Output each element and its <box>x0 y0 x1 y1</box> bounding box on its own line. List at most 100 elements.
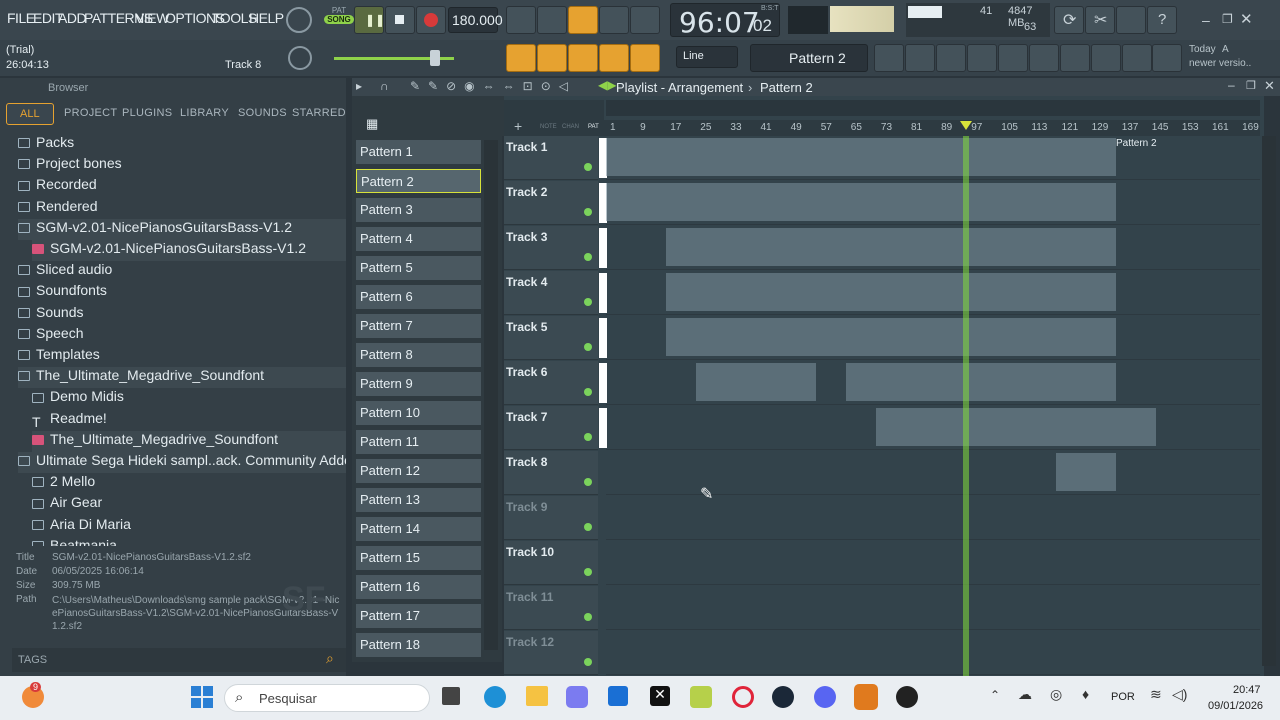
pattern-item[interactable]: Pattern 12 <box>356 459 481 483</box>
browser-item[interactable]: Packs <box>18 134 346 155</box>
pattern-item[interactable]: Pattern 10 <box>356 401 481 425</box>
news-text[interactable]: newer versio.. <box>1189 58 1251 69</box>
browser-item[interactable]: SGM-v2.01-NicePianosGuitarsBass-V1.2 <box>32 240 346 261</box>
arrangement-icon[interactable]: ◀▶ <box>598 78 616 92</box>
close-icon[interactable]: ✕ <box>1240 10 1253 28</box>
pattern-item[interactable]: Pattern 6 <box>356 285 481 309</box>
browser-item[interactable]: Project bones <box>18 155 346 176</box>
track-header[interactable]: Track 2 <box>504 181 598 225</box>
pl-minimize-icon[interactable]: – <box>1228 78 1235 92</box>
view-button-2[interactable] <box>905 44 935 72</box>
track-header[interactable]: Track 5 <box>504 316 598 360</box>
play-arrow-icon[interactable]: ▸ <box>356 79 362 93</box>
tab-library[interactable]: LIBRARY <box>180 107 229 119</box>
track-header[interactable]: Track 4 <box>504 271 598 315</box>
mic-button[interactable] <box>1116 6 1146 34</box>
track-header[interactable]: Track 7 <box>504 406 598 450</box>
pattern-item[interactable]: Pattern 13 <box>356 488 481 512</box>
browser-item[interactable]: Sounds <box>18 304 346 325</box>
browser-item[interactable]: Air Gear <box>32 494 346 515</box>
track-header[interactable]: Track 1 <box>504 136 598 180</box>
edge-icon[interactable] <box>484 686 506 708</box>
browser-item[interactable]: Speech <box>18 325 346 346</box>
steam-icon[interactable] <box>772 686 794 708</box>
fl-studio-icon[interactable] <box>854 684 878 710</box>
magnet-icon[interactable]: ∩ <box>380 79 389 93</box>
browser-item[interactable]: Rendered <box>18 198 346 219</box>
step-edit-button[interactable] <box>599 6 629 34</box>
browser-item[interactable]: The_Ultimate_Megadrive_Soundfont <box>18 367 346 389</box>
menu-add[interactable]: ADD <box>58 10 87 26</box>
menu-help[interactable]: HELP <box>249 10 284 26</box>
explorer-icon[interactable] <box>526 686 548 706</box>
pattern-item[interactable]: Pattern 8 <box>356 343 481 367</box>
tab-sounds[interactable]: SOUNDS <box>238 107 287 119</box>
track-mute-led[interactable] <box>584 478 592 486</box>
pattern-item[interactable]: Pattern 4 <box>356 227 481 251</box>
snap-select[interactable]: Line <box>676 46 738 68</box>
pattern-item[interactable]: Pattern 14 <box>356 517 481 541</box>
track-header[interactable]: Track 12 <box>504 631 598 675</box>
view-button-4[interactable] <box>967 44 997 72</box>
restore-icon[interactable]: ❐ <box>1222 12 1233 26</box>
channel-rack-button[interactable] <box>568 44 598 72</box>
track-mute-led[interactable] <box>584 163 592 171</box>
tab-plugins[interactable]: PLUGINS <box>122 107 172 119</box>
track-header[interactable]: Track 8 <box>504 451 598 495</box>
metronome-button[interactable] <box>506 6 536 34</box>
tab-all[interactable]: ALL <box>6 103 54 125</box>
app-icon-dark[interactable] <box>896 686 918 708</box>
pattern-picker-icon[interactable]: ▦ <box>366 116 378 132</box>
track-mute-led[interactable] <box>584 343 592 351</box>
pattern-item[interactable]: Pattern 5 <box>356 256 481 280</box>
track-header[interactable]: Track 10 <box>504 541 598 585</box>
browser-item[interactable]: Demo Midis <box>32 388 346 409</box>
opera-icon[interactable] <box>732 686 754 708</box>
pattern-item[interactable]: Pattern 9 <box>356 372 481 396</box>
pattern-item[interactable]: Pattern 11 <box>356 430 481 454</box>
tab-starred[interactable]: STARRED <box>292 107 346 119</box>
copilot-icon[interactable] <box>566 686 588 708</box>
pattern-item[interactable]: Pattern 18 <box>356 633 481 657</box>
menu-view[interactable]: VIEW <box>135 10 169 26</box>
browser-item[interactable]: The_Ultimate_Megadrive_Soundfont <box>32 430 346 452</box>
pattern-item[interactable]: Pattern 15 <box>356 546 481 570</box>
track-header[interactable]: Track 6 <box>504 361 598 405</box>
browser-item[interactable]: Sliced audio <box>18 261 346 282</box>
view-button-9[interactable] <box>1122 44 1152 72</box>
track-mute-led[interactable] <box>584 298 592 306</box>
browser-item[interactable]: Aria Di Maria <box>32 516 346 537</box>
loop-record-button[interactable] <box>630 6 660 34</box>
pl-restore-icon[interactable]: ❐ <box>1246 79 1256 92</box>
menu-file[interactable]: FILE <box>7 10 35 26</box>
view-button-3[interactable] <box>936 44 966 72</box>
pattern-select[interactable]: Pattern 2 <box>750 44 868 72</box>
pattern-item[interactable]: Pattern 16 <box>356 575 481 599</box>
help-button[interactable]: ? <box>1147 6 1177 34</box>
master-volume-knob[interactable] <box>286 7 312 33</box>
browser-item[interactable]: Beatmania <box>32 537 346 546</box>
chevron-up-icon[interactable]: ⌃ <box>990 688 1000 702</box>
store-icon[interactable] <box>608 686 628 706</box>
pattern-list-scrollbar[interactable] <box>484 140 498 650</box>
master-pitch-knob[interactable] <box>288 46 312 70</box>
clock-time[interactable]: 20:47 <box>1233 684 1261 696</box>
mic-tray-icon[interactable]: ♦ <box>1082 686 1089 702</box>
view-button-7[interactable] <box>1060 44 1090 72</box>
record-button[interactable] <box>416 6 446 34</box>
track-mute-led[interactable] <box>584 433 592 441</box>
pattern-item[interactable]: Pattern 1 <box>356 140 481 164</box>
pattern-item[interactable]: Pattern 7 <box>356 314 481 338</box>
search-icon[interactable]: ⌕ <box>326 650 334 667</box>
track-mute-led[interactable] <box>584 568 592 576</box>
language-indicator[interactable]: POR <box>1111 691 1135 703</box>
tools-button[interactable]: ✂ <box>1085 6 1115 34</box>
pattern-item[interactable]: Pattern 3 <box>356 198 481 222</box>
pattern-item[interactable]: Pattern 2 <box>356 169 481 193</box>
playhead-marker[interactable] <box>960 121 972 130</box>
discord-icon[interactable] <box>814 686 836 708</box>
time-display[interactable]: 96:07 02 B:S:T <box>670 3 780 39</box>
track-header[interactable]: Track 11 <box>504 586 598 630</box>
mixer-button[interactable] <box>630 44 660 72</box>
pattern-item[interactable]: Pattern 17 <box>356 604 481 628</box>
